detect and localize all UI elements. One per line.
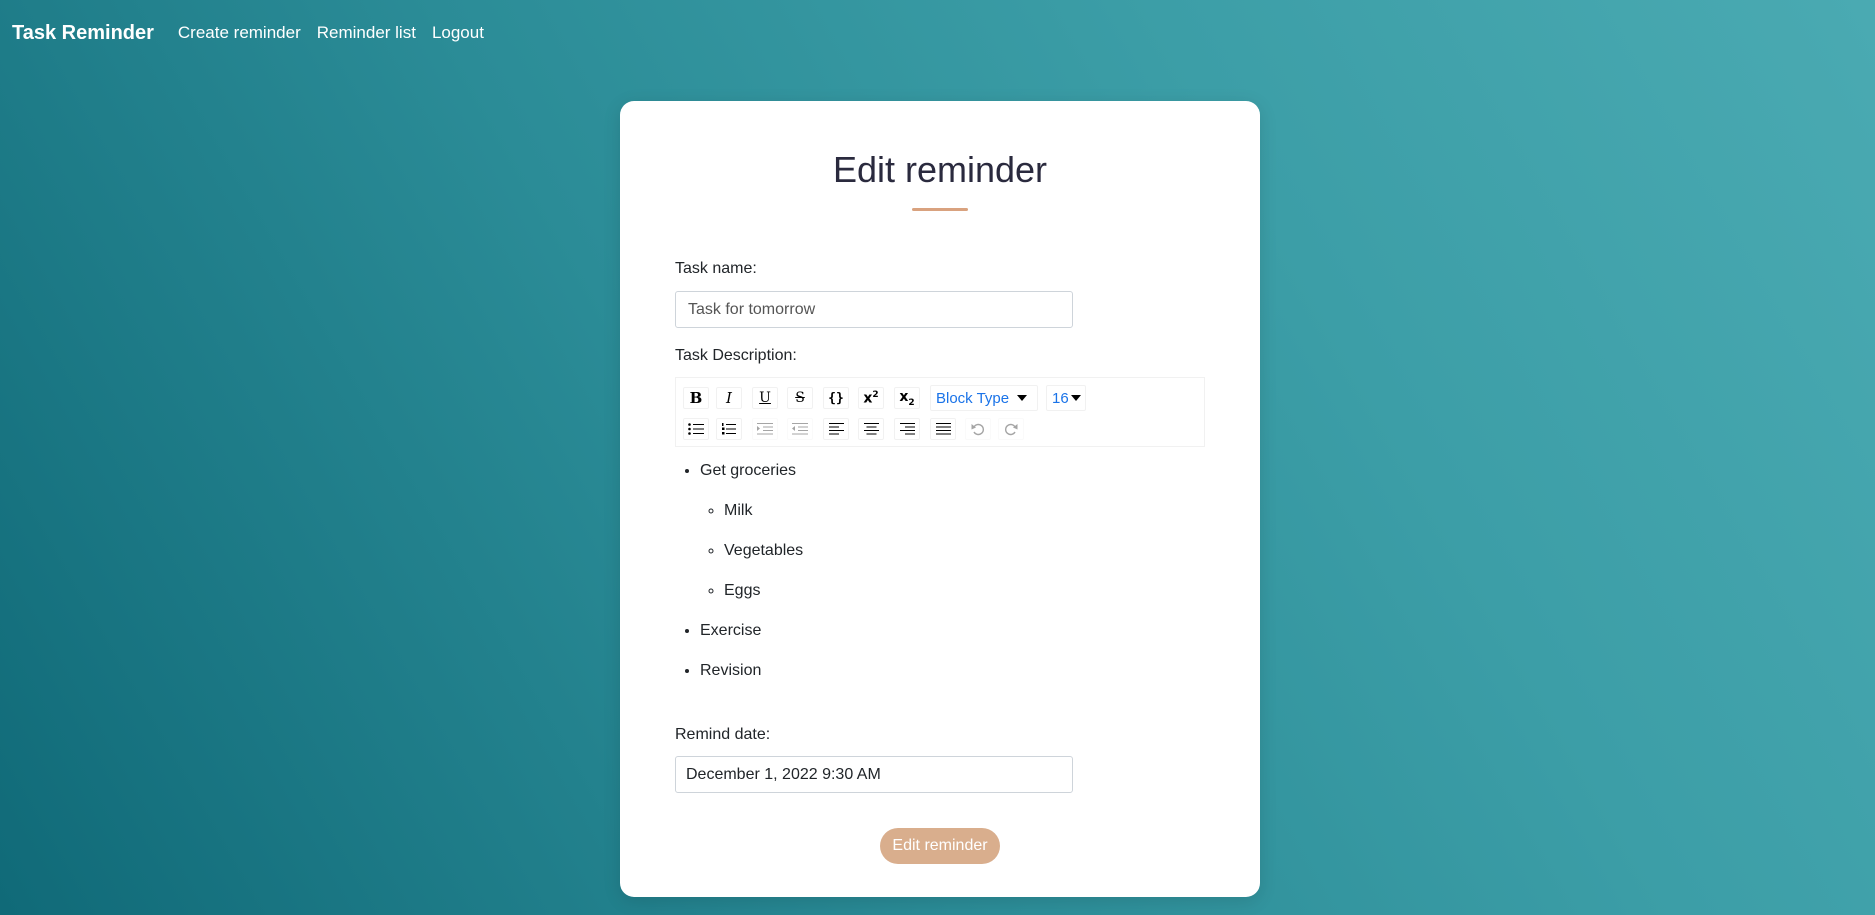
strikethrough-icon: S <box>795 390 805 406</box>
nav-reminder-list[interactable]: Reminder list <box>317 23 416 43</box>
justify-icon <box>935 423 951 435</box>
navbar: Task Reminder Create reminder Reminder l… <box>0 0 1875 66</box>
ordered-list-icon <box>722 423 736 435</box>
align-center-button[interactable] <box>858 418 884 440</box>
page-title: Edit reminder <box>832 149 1048 190</box>
unordered-list-button[interactable] <box>683 418 709 440</box>
code-icon: {} <box>828 390 844 406</box>
edit-reminder-button[interactable]: Edit reminder <box>880 828 1000 864</box>
underline-button[interactable]: U <box>752 387 778 409</box>
block-type-dropdown[interactable]: Block Type <box>930 385 1038 411</box>
remind-date-label: Remind date: <box>675 726 771 743</box>
nav-logout[interactable]: Logout <box>432 23 484 43</box>
nested-list: Milk Vegetables Eggs <box>700 501 1205 601</box>
task-name-input[interactable] <box>675 291 1073 328</box>
align-left-button[interactable] <box>823 418 849 440</box>
brand-link[interactable]: Task Reminder <box>12 22 154 45</box>
title-underline <box>912 208 968 211</box>
font-size-label: 16 <box>1052 389 1069 407</box>
task-name-label: Task name: <box>675 260 757 277</box>
superscript-button[interactable]: x2 <box>858 387 884 409</box>
chevron-down-icon <box>1071 395 1081 401</box>
edit-reminder-card: Edit reminder Task name: Task Descriptio… <box>620 101 1260 897</box>
editor-toolbar: B I U S {} x2 x2 Block Type 16 <box>675 377 1205 447</box>
superscript-icon: x2 <box>863 389 879 407</box>
align-right-button[interactable] <box>894 418 920 440</box>
outdent-icon <box>792 423 808 435</box>
align-left-icon <box>828 423 844 435</box>
unordered-list-icon <box>688 423 704 435</box>
font-size-dropdown[interactable]: 16 <box>1046 385 1086 411</box>
italic-icon: I <box>726 389 732 407</box>
align-right-icon <box>899 423 915 435</box>
bold-button[interactable]: B <box>683 387 709 409</box>
align-center-icon <box>863 423 879 435</box>
undo-button[interactable] <box>965 418 991 440</box>
ordered-list-button[interactable] <box>716 418 742 440</box>
indent-icon <box>757 423 773 435</box>
list-item: Exercise <box>700 621 1205 641</box>
bold-icon: B <box>689 389 703 407</box>
indent-button[interactable] <box>752 418 778 440</box>
list-item: Eggs <box>724 581 1205 601</box>
list-item: Milk <box>724 501 1205 521</box>
task-description-label: Task Description: <box>675 347 797 364</box>
subscript-button[interactable]: x2 <box>894 387 920 409</box>
italic-button[interactable]: I <box>716 387 742 409</box>
outdent-button[interactable] <box>787 418 813 440</box>
justify-button[interactable] <box>930 418 956 440</box>
redo-icon <box>1005 423 1018 436</box>
list-item: Get groceries Milk Vegetables Eggs <box>700 461 1205 601</box>
chevron-down-icon <box>1017 395 1027 401</box>
remind-date-input[interactable] <box>675 756 1073 793</box>
block-type-label: Block Type <box>936 389 1010 407</box>
list-item: Vegetables <box>724 541 1205 561</box>
redo-button[interactable] <box>998 418 1024 440</box>
description-editor[interactable]: Get groceries Milk Vegetables Eggs Exerc… <box>675 461 1205 701</box>
underline-icon: U <box>759 390 771 406</box>
list-item-text: Get groceries <box>700 462 797 479</box>
list-item: Revision <box>700 661 1205 681</box>
nav-create-reminder[interactable]: Create reminder <box>178 23 301 43</box>
subscript-icon: x2 <box>899 388 915 408</box>
strikethrough-button[interactable]: S <box>787 387 813 409</box>
code-button[interactable]: {} <box>823 387 849 409</box>
description-list: Get groceries Milk Vegetables Eggs Exerc… <box>675 461 1205 681</box>
undo-icon <box>971 423 984 436</box>
